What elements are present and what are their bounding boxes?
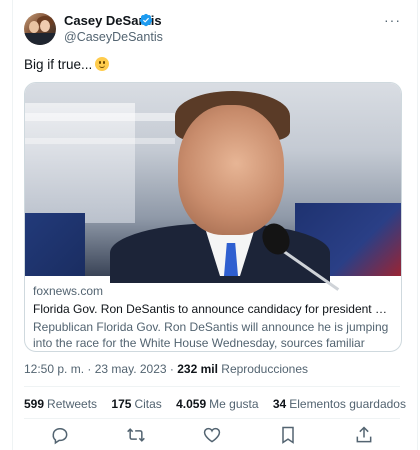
like-icon[interactable] bbox=[202, 425, 222, 445]
link-title: Florida Gov. Ron DeSantis to announce ca… bbox=[33, 302, 393, 316]
retweets-count: 599 bbox=[24, 397, 45, 411]
divider bbox=[24, 386, 400, 387]
link-domain: foxnews.com bbox=[33, 284, 104, 298]
link-preview-image[interactable] bbox=[25, 83, 401, 291]
likes-label: Me gusta bbox=[209, 397, 259, 411]
retweet-icon[interactable] bbox=[126, 425, 146, 445]
verified-badge-icon bbox=[139, 13, 153, 27]
link-preview-card[interactable]: foxnews.com Florida Gov. Ron DeSantis to… bbox=[24, 82, 402, 352]
bookmarks-stat[interactable]: 34 Elementos guardados bbox=[273, 397, 406, 411]
author-handle[interactable]: @CaseyDeSantis bbox=[64, 30, 163, 44]
tweet-actions bbox=[50, 425, 380, 447]
avatar[interactable] bbox=[24, 13, 56, 45]
likes-count: 4.059 bbox=[176, 397, 207, 411]
views-label: Reproducciones bbox=[221, 362, 309, 376]
views-count: 232 mil bbox=[177, 362, 218, 376]
retweets-label: Retweets bbox=[47, 397, 98, 411]
share-icon[interactable] bbox=[354, 425, 374, 445]
bookmarks-label: Elementos guardados bbox=[289, 397, 406, 411]
tweet-text: Big if true... bbox=[24, 57, 110, 72]
retweets-stat[interactable]: 599 Retweets bbox=[24, 397, 97, 411]
slightly-smiling-face-emoji bbox=[95, 57, 110, 71]
quotes-count: 175 bbox=[111, 397, 132, 411]
more-options-icon[interactable]: ··· bbox=[384, 12, 401, 28]
bookmarks-count: 34 bbox=[272, 397, 287, 411]
divider bbox=[24, 418, 400, 419]
likes-stat[interactable]: 4.059 Me gusta bbox=[176, 397, 258, 411]
tweet-time[interactable]: 12:50 p. m. bbox=[24, 362, 84, 376]
quotes-label: Citas bbox=[134, 397, 162, 411]
tweet-text-content: Big if true... bbox=[24, 57, 93, 72]
tweet-date[interactable]: 23 may. 2023 bbox=[95, 362, 167, 376]
quotes-stat[interactable]: 175 Citas bbox=[111, 397, 161, 411]
meta-separator-2: · bbox=[169, 362, 174, 376]
reply-icon[interactable] bbox=[50, 425, 70, 445]
link-description: Republican Florida Gov. Ron DeSantis wil… bbox=[33, 320, 389, 350]
tweet-meta: 12:50 p. m. · 23 may. 2023 · 232 mil Rep… bbox=[24, 362, 308, 376]
meta-separator: · bbox=[87, 362, 92, 376]
bookmark-icon[interactable] bbox=[278, 425, 298, 445]
engagement-stats: 599 Retweets 175 Citas 4.059 Me gusta 34 Ele… bbox=[24, 397, 417, 411]
